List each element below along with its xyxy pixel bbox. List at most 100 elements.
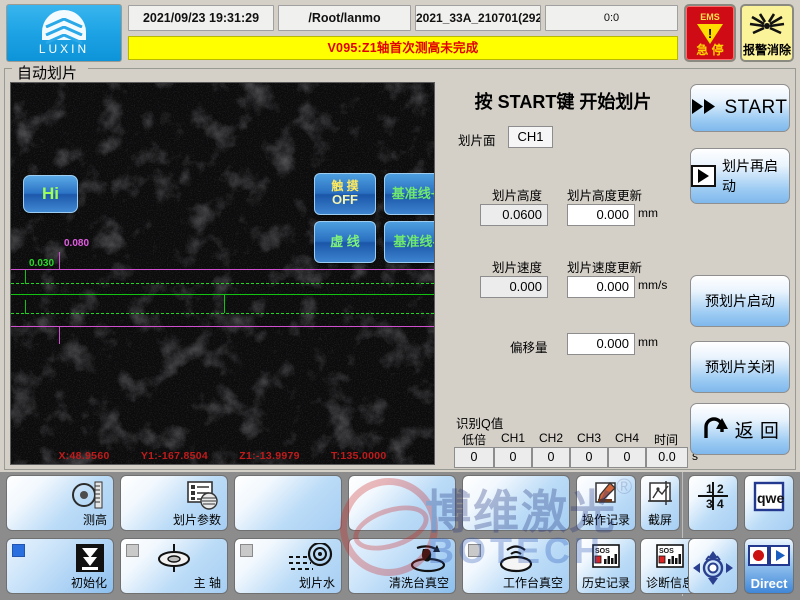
q-value-title: 识别Q值 [456, 417, 504, 431]
toolbar-button-quadrant[interactable]: 1 2 3 4 [688, 475, 738, 531]
toolbar-button-clean-vacuum[interactable]: 清洗台真空 [348, 538, 456, 594]
cut-height-value: 0.0600 [480, 204, 548, 226]
top-status-bar: LUXIN 2021/09/23 19:31:29 /Root/lanmo 20… [0, 0, 800, 66]
ems-label: EMS [700, 12, 720, 22]
toolbar-button-joystick[interactable] [688, 538, 738, 594]
cut-speed-update-input[interactable]: 0.000 [567, 276, 635, 298]
coord-z1: Z1:-13.9979 [239, 450, 300, 462]
restart-scribing-button[interactable]: 划片再启动 [690, 148, 790, 204]
user-path-field[interactable]: /Root/lanmo [278, 5, 411, 31]
alarm-clear-label: 报警消除 [742, 43, 791, 57]
height-gauge-icon [71, 480, 105, 513]
toolbar-button-history[interactable]: SOS 历史记录 [576, 538, 636, 594]
toolbar-label: 历史记录 [581, 576, 630, 590]
cut-face-value[interactable]: CH1 [508, 126, 553, 148]
offset-input[interactable]: 0.000 [567, 333, 635, 355]
q-header-3: CH3 [576, 431, 601, 445]
toolbar-label: 划片水 [298, 576, 335, 590]
toolbar-label: 工作台真空 [502, 576, 563, 590]
joystick-arrows-icon [690, 549, 736, 590]
status-fields: 2021/09/23 19:31:29 /Root/lanmo 2021_33A… [128, 5, 678, 32]
overlay-magenta-tick-bottom [59, 326, 60, 344]
touch-toggle-button[interactable]: 触 摸 OFF [314, 173, 376, 215]
toolbar-row-2: 初始化 主 轴 划片水 清洗台真空 工作台真空 SOS 历史记录 SOS 诊断信… [0, 535, 800, 597]
overlay-label-magenta: 0.080 [64, 238, 90, 249]
cut-height-update-label: 划片高度更新 [567, 189, 643, 203]
cut-speed-value: 0.000 [480, 276, 548, 298]
toolbar-button-operation-log[interactable]: 操作记录 [576, 475, 636, 531]
coord-y1: Y1:-167.8504 [140, 450, 209, 462]
parameter-panel: 按 START键 开始划片 划片面 CH1 划片高度 0.0600 划片高度更新… [440, 72, 698, 468]
offset-label: 偏移量 [510, 341, 548, 355]
toolbar-label: 测高 [82, 513, 107, 527]
toolbar-button-screenshot[interactable]: 截屏 [640, 475, 680, 531]
cut-speed-unit: mm/s [638, 278, 668, 292]
toolbar-label: 划片参数 [172, 513, 221, 527]
keyboard-qwe-icon: qwe [749, 480, 789, 517]
status-led [240, 544, 253, 557]
q-header-0: 低倍 [461, 433, 486, 447]
start-button[interactable]: START [690, 84, 790, 132]
toolbar-button-empty-1[interactable] [234, 475, 342, 531]
toolbar-button-scribe-water[interactable]: 划片水 [234, 538, 342, 594]
toolbar-button-scribe-params[interactable]: 划片参数 [120, 475, 228, 531]
pre-scribe-close-button[interactable]: 预划片关闭 [690, 341, 790, 393]
toolbar-button-empty-2[interactable] [348, 475, 456, 531]
return-button[interactable]: 返 回 [690, 403, 790, 455]
scribing-machine-hmi: LUXIN 2021/09/23 19:31:29 /Root/lanmo 20… [0, 0, 800, 600]
toolbar-label: 操作记录 [581, 513, 630, 527]
return-button-label: 返 回 [734, 420, 780, 442]
overlay-green-tick-center [224, 294, 225, 313]
hi-magnification-button[interactable]: Hi [23, 175, 78, 213]
toolbar-button-keyboard[interactable]: qwe [744, 475, 794, 531]
document-list-icon [185, 480, 219, 513]
q-header-2: CH2 [538, 431, 563, 445]
cut-speed-label: 划片速度 [492, 261, 543, 275]
clean-vacuum-icon [407, 543, 447, 576]
q-header-5: 时间 [653, 433, 678, 447]
reference-line-minus-button[interactable]: 基准线- [384, 221, 434, 263]
toolbar-button-initialize[interactable]: 初始化 [6, 538, 114, 594]
water-spray-icon [287, 541, 333, 576]
start-button-label: START [724, 97, 788, 118]
cut-face-label: 划片面 [458, 134, 496, 148]
groupbox-title: 自动划片 [12, 62, 83, 83]
pre-scribe-start-button[interactable]: 预划片启动 [690, 275, 790, 327]
restart-scribing-label: 划片再启动 [722, 158, 779, 194]
play-box-icon [691, 165, 717, 187]
emergency-stop-button[interactable]: EMS ! 急 停 [684, 4, 736, 62]
recipe-field[interactable]: 2021_33A_210701(292) [415, 5, 541, 31]
pre-scribe-start-label: 预划片启动 [705, 293, 775, 309]
alarm-message-bar: V095:Z1轴首次测高未完成 [128, 36, 678, 60]
toolbar-button-direct[interactable]: Direct [744, 538, 794, 594]
sos-chart-icon: SOS [655, 543, 685, 572]
dashed-line-button[interactable]: 虚 线 [314, 221, 376, 263]
offset-unit: mm [638, 335, 658, 349]
touch-label-line1: 触 摸 [331, 178, 359, 193]
svg-text:4: 4 [717, 497, 724, 511]
svg-text:qwe: qwe [757, 490, 784, 506]
sos-chart-icon: SOS [591, 543, 621, 572]
overlay-green-tick-top [25, 270, 26, 284]
status-led [12, 544, 25, 557]
overlay-green-solid-center [11, 294, 434, 295]
logo-text: LUXIN [38, 42, 90, 56]
alarm-clear-button[interactable]: 报警消除 [740, 4, 794, 62]
camera-view[interactable]: Hi 触 摸 OFF 基准线+ 虚 线 基准线- 0.080 0.030 X:4… [10, 82, 435, 465]
q-value-3: 0 [570, 447, 608, 468]
toolbar-button-table-vacuum[interactable]: 工作台真空 [462, 538, 570, 594]
overlay-green-tick-bottom [25, 300, 26, 314]
coord-t: T:135.0000 [331, 450, 387, 462]
svg-text:3: 3 [706, 497, 713, 511]
toolbar-button-empty-3[interactable] [462, 475, 570, 531]
toolbar-button-height-measure[interactable]: 测高 [6, 475, 114, 531]
cut-height-label: 划片高度 [492, 189, 543, 203]
toolbar-button-spindle[interactable]: 主 轴 [120, 538, 228, 594]
cut-height-update-input[interactable]: 0.000 [567, 204, 635, 226]
reference-line-plus-button[interactable]: 基准线+ [384, 173, 434, 215]
ems-cn-label: 急 停 [696, 43, 724, 57]
datetime-field: 2021/09/23 19:31:29 [128, 5, 274, 31]
coord-x: X:48.9560 [58, 450, 110, 462]
double-play-icon [692, 98, 718, 118]
exclamation-icon: ! [707, 26, 713, 41]
